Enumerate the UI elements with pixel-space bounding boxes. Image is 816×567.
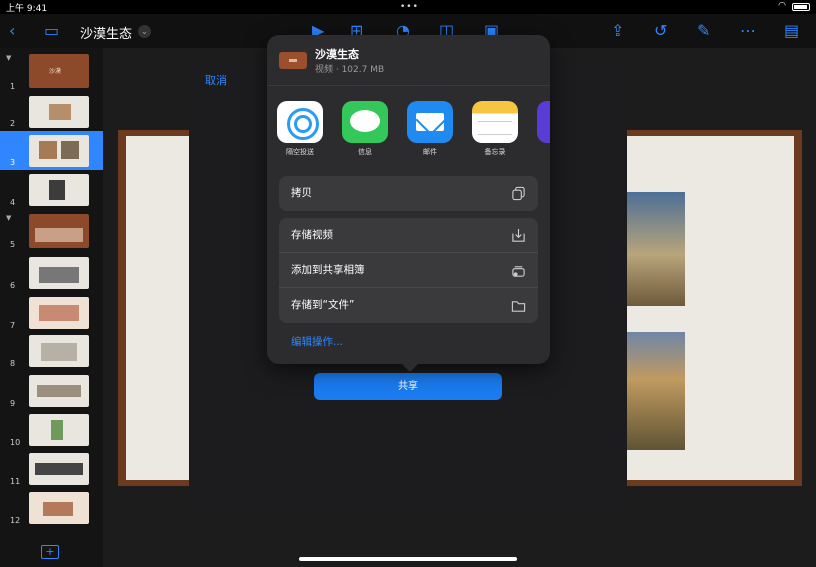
shared-album-icon xyxy=(512,266,525,277)
slide-photo-joshua-tree[interactable] xyxy=(627,192,685,306)
wifi-icon: ◠ xyxy=(778,1,786,11)
copy-action-group: 拷贝 xyxy=(279,176,538,211)
more-app-icon xyxy=(537,101,550,143)
airdrop-icon xyxy=(277,101,323,143)
share-button[interactable]: 共享 xyxy=(314,373,502,400)
share-app-notes[interactable]: 备忘录 xyxy=(470,101,520,157)
add-to-shared-album-action[interactable]: 添加到共享相簿 xyxy=(279,253,538,288)
slide-thumbnail-11[interactable]: 11 xyxy=(0,451,103,489)
edit-actions-link[interactable]: 编辑操作... xyxy=(291,334,343,349)
folder-icon xyxy=(511,301,526,312)
slide-thumbnail-3[interactable]: 3 xyxy=(0,131,103,170)
chevron-down-icon[interactable]: ⌄ xyxy=(138,25,151,38)
slide-thumbnail-7[interactable]: 7 xyxy=(0,295,103,333)
document-options-icon[interactable]: ▤ xyxy=(784,22,799,40)
save-to-files-action[interactable]: 存储到“文件” xyxy=(279,288,538,323)
collapse-triangle-icon[interactable]: ▼ xyxy=(6,214,11,222)
battery-icon xyxy=(792,3,810,11)
slide-1-title: 沙漠 xyxy=(49,68,62,75)
status-time: 上午 9:41 xyxy=(6,4,48,14)
mail-icon xyxy=(407,101,453,143)
undo-icon[interactable]: ↺ xyxy=(654,22,667,40)
sidebar-toggle-icon[interactable]: ▭ xyxy=(44,22,59,40)
add-slide-button[interactable]: + xyxy=(41,545,59,559)
share-sheet: 沙漠生态 视频 · 102.7 MB 隔空投送 信息 邮件 备忘录 提醒 拷贝 xyxy=(267,35,550,372)
slide-thumbnail-12[interactable]: 12 xyxy=(0,490,103,528)
more-icon[interactable]: ⋯ xyxy=(740,22,756,40)
share-app-row: 隔空投送 信息 邮件 备忘录 提醒 xyxy=(267,86,550,168)
share-app-airdrop[interactable]: 隔空投送 xyxy=(275,101,325,157)
messages-icon xyxy=(342,101,388,143)
slide-thumbnail-1[interactable]: ▼ 1 沙漠 xyxy=(0,52,103,92)
file-name: 沙漠生态 xyxy=(315,48,359,61)
slide-thumbnail-4[interactable]: 4 xyxy=(0,172,103,209)
cancel-button[interactable]: 取消 xyxy=(205,72,227,88)
document-title[interactable]: 沙漠生态 xyxy=(80,23,132,42)
slide-navigator: ▼ 1 沙漠 2 3 4 ▼ 5 6 7 8 9 10 11 12 + xyxy=(0,48,103,567)
slide-photo-cactus[interactable] xyxy=(627,332,685,450)
share-app-messages[interactable]: 信息 xyxy=(340,101,390,157)
slide-thumbnail-10[interactable]: 10 xyxy=(0,412,103,450)
share-app-more[interactable]: 提醒 xyxy=(535,101,550,157)
slide-thumbnail-9[interactable]: 9 xyxy=(0,373,103,411)
home-indicator[interactable] xyxy=(299,557,517,561)
status-bar: 上午 9:41 ••• ◠ xyxy=(0,0,816,14)
download-icon xyxy=(512,228,525,242)
slide-thumbnail-2[interactable]: 2 xyxy=(0,93,103,131)
share-sheet-header: 沙漠生态 视频 · 102.7 MB xyxy=(267,35,550,86)
collapse-triangle-icon[interactable]: ▼ xyxy=(6,54,11,62)
copy-icon xyxy=(512,186,525,201)
multitasking-dots[interactable]: ••• xyxy=(400,2,419,12)
copy-action[interactable]: 拷贝 xyxy=(279,176,538,211)
slide-thumbnail-8[interactable]: 8 xyxy=(0,333,103,371)
format-brush-icon[interactable]: ✎ xyxy=(697,22,710,40)
save-action-group: 存储视频 添加到共享相簿 存储到“文件” xyxy=(279,218,538,323)
notes-icon xyxy=(472,101,518,143)
share-app-mail[interactable]: 邮件 xyxy=(405,101,455,157)
back-icon[interactable]: ‹ xyxy=(9,22,15,40)
share-icon[interactable]: ⇪ xyxy=(611,22,624,40)
save-video-action[interactable]: 存储视频 xyxy=(279,218,538,253)
file-thumbnail xyxy=(279,52,307,69)
slide-thumbnail-5[interactable]: ▼ 5 xyxy=(0,212,103,252)
file-meta: 视频 · 102.7 MB xyxy=(315,65,385,75)
slide-thumbnail-6[interactable]: 6 xyxy=(0,255,103,293)
